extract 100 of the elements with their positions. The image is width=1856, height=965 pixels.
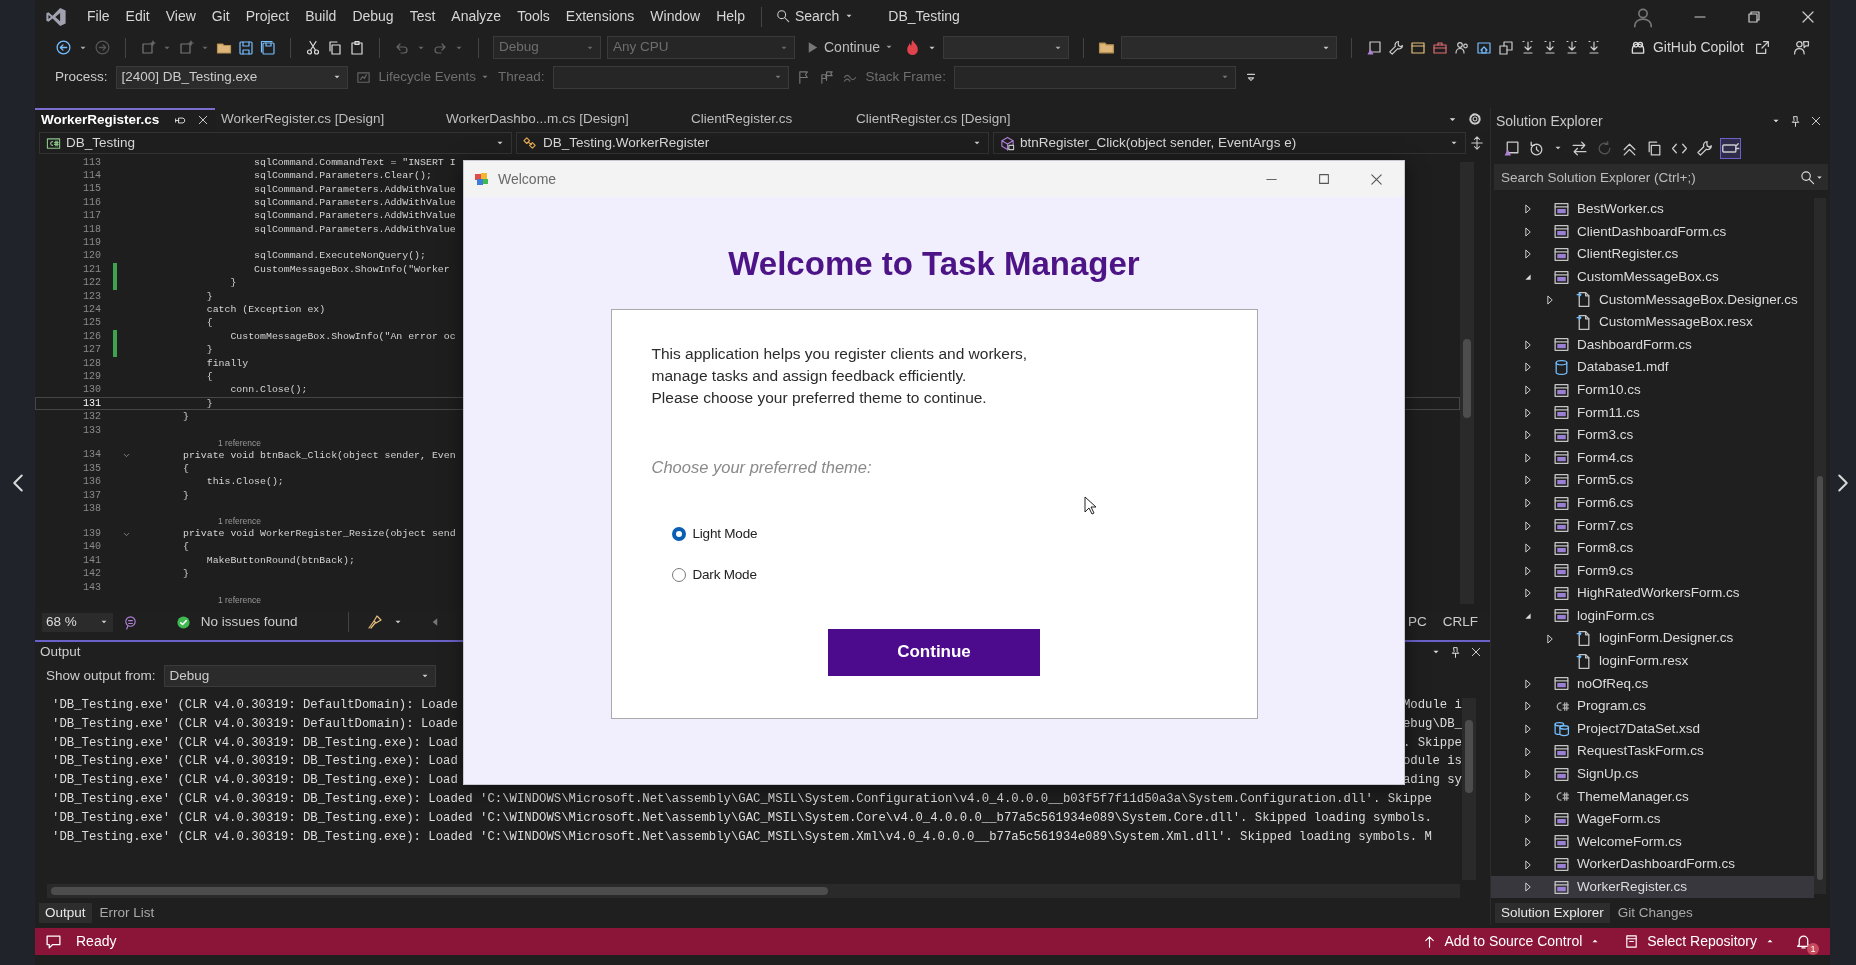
copilot-button[interactable]: GitHub Copilot: [1624, 38, 1748, 57]
tree-item[interactable]: Form9.cs: [1491, 559, 1814, 583]
tree-item[interactable]: BestWorker.cs: [1491, 198, 1814, 221]
tree-item[interactable]: Form6.cs: [1491, 491, 1814, 515]
tree-item[interactable]: Form3.cs: [1491, 423, 1814, 447]
tree-item[interactable]: WageForm.cs: [1491, 808, 1814, 831]
stack-frame-label: Stack Frame:: [865, 68, 946, 86]
tree-item[interactable]: Form7.cs: [1491, 514, 1814, 537]
menu-item[interactable]: Debug: [344, 8, 402, 25]
tree-item[interactable]: CustomMessageBox.Designer.cs: [1491, 288, 1814, 311]
panel-tab[interactable]: Error List: [93, 902, 161, 924]
issues-status[interactable]: No issues found: [200, 613, 298, 631]
code-line: sqlCommand.Parameters.AddWithValue: [253, 183, 456, 196]
tree-item[interactable]: HighRatedWorkersForm.cs: [1491, 582, 1814, 605]
tree-item[interactable]: Form4.cs: [1491, 446, 1814, 470]
tree-item[interactable]: Program.cs: [1491, 695, 1814, 718]
line-number: 119: [82, 237, 102, 250]
menu-item[interactable]: File: [79, 8, 118, 25]
document-tab[interactable]: WorkerRegister.cs: [35, 108, 215, 130]
tree-item[interactable]: noOfReq.cs: [1491, 672, 1814, 696]
tree-item[interactable]: DashboardForm.cs: [1491, 333, 1814, 357]
line-number: 116: [82, 196, 102, 209]
repository-button[interactable]: Select Repository: [1616, 933, 1783, 950]
tree-item[interactable]: Form5.cs: [1491, 469, 1814, 492]
tree-item[interactable]: Form10.cs: [1491, 378, 1814, 402]
menu-item[interactable]: Tools: [509, 8, 558, 25]
output-source-dropdown[interactable]: Debug: [163, 665, 436, 687]
tree-item[interactable]: CustomMessageBox.resx: [1491, 310, 1814, 334]
reference-count[interactable]: 1 reference: [218, 437, 261, 449]
continue-button[interactable]: Continue: [801, 39, 899, 56]
zoom-dropdown[interactable]: 68 %: [42, 612, 113, 632]
output-text: 'DB_Testing.exe' (CLR v4.0.30319: DB_Testing.exe): Loaded 'C:\WINDOWS\Microsoft.Net\assembly\GAC_MSIL\System.Xml\v4.0_4.0.0.0__b77a5c561934e089\System.Xml.dll'. Skipped loading symbols. M: [52, 829, 1432, 845]
menu-item[interactable]: Extensions: [557, 8, 643, 25]
tree-item[interactable]: RequestTaskForm.cs: [1491, 740, 1814, 763]
line-number: 114: [82, 170, 102, 183]
tree-item[interactable]: Form8.cs: [1491, 536, 1814, 560]
document-tab[interactable]: ClientRegister.cs: [685, 108, 850, 130]
reference-count[interactable]: 1 reference: [218, 516, 261, 527]
panel-tab[interactable]: Git Changes: [1611, 902, 1699, 924]
code-line: CustomMessageBox.ShowInfo("Worker: [253, 263, 450, 276]
tree-item[interactable]: WorkerDashboardForm.cs: [1491, 853, 1814, 876]
line-ending[interactable]: CRLF: [1442, 613, 1478, 631]
tree-item[interactable]: WorkerRegister.cs: [1491, 875, 1814, 899]
tree-item[interactable]: loginForm.cs: [1491, 604, 1814, 628]
document-tab[interactable]: ClientRegister.cs [Design]: [850, 108, 1070, 130]
line-number: 127: [82, 344, 102, 357]
search-button[interactable]: Search: [769, 6, 861, 27]
navigation-dropdown[interactable]: btnRegister_Click(object sender, EventArgs e): [993, 132, 1466, 154]
process-dropdown[interactable]: [2400] DB_Testing.exe: [115, 65, 348, 89]
menu-item[interactable]: Project: [237, 8, 298, 25]
tree-item[interactable]: WelcomeForm.cs: [1491, 830, 1814, 854]
notification-count: 1: [1807, 943, 1819, 955]
tree-item[interactable]: Project7DataSet.xsd: [1491, 717, 1814, 741]
output-text: ebug\DB_: [1402, 716, 1462, 732]
source-control-button[interactable]: Add to Source Control: [1413, 933, 1609, 950]
line-number: 134: [82, 449, 102, 462]
code-line: sqlCommand.ExecuteNonQuery();: [253, 250, 426, 263]
output-text: 'DB_Testing.exe' (CLR v4.0.30319: DefaultDomain): Loade: [52, 716, 458, 732]
panel-title: Output: [40, 643, 81, 661]
line-number: 139: [82, 528, 102, 541]
continue-button[interactable]: Continue: [828, 629, 1040, 676]
radio-label[interactable]: Light Mode: [692, 525, 758, 542]
menu-item[interactable]: Test: [401, 8, 444, 25]
menu-item[interactable]: Analyze: [443, 8, 510, 25]
navigation-dropdown[interactable]: DB_Testing.WorkerRegister: [516, 132, 989, 154]
output-text: 'DB_Testing.exe' (CLR v4.0.30319: DB_Testing.exe): Loaded 'C:\WINDOWS\Microsoft.Net\assembly\GAC_MSIL\System.Core\v4.0_4.0.0.0__b77a5c561934e089\System.Core.dll'. Skipped loading symbols.: [52, 810, 1432, 826]
menu-item[interactable]: View: [157, 8, 204, 25]
menu-item[interactable]: Window: [642, 8, 709, 25]
menu-item[interactable]: Help: [708, 8, 753, 25]
tree-item[interactable]: ThemeManager.cs: [1491, 785, 1814, 809]
navigation-dropdown[interactable]: DB_Testing: [39, 132, 512, 154]
tree-item[interactable]: loginForm.resx: [1491, 649, 1814, 673]
line-number: 140: [82, 541, 102, 554]
code-line: }: [205, 344, 213, 357]
status-message: Ready: [76, 933, 117, 950]
menu-item[interactable]: Git: [203, 8, 238, 25]
tree-item[interactable]: Form11.cs: [1491, 401, 1814, 424]
tree-item[interactable]: ClientDashboardForm.cs: [1491, 220, 1814, 244]
panel-tab[interactable]: Solution Explorer: [1495, 902, 1610, 924]
menu-item[interactable]: Build: [297, 8, 345, 25]
tree-item[interactable]: ClientRegister.cs: [1491, 243, 1814, 266]
panel-title: Solution Explorer: [1496, 112, 1603, 130]
document-tab[interactable]: WorkerRegister.cs [Design]: [215, 108, 440, 130]
code-line: {: [205, 371, 213, 383]
line-number: 123: [82, 290, 102, 303]
reference-count[interactable]: 1 reference: [218, 595, 261, 606]
tree-item[interactable]: Database1.mdf: [1491, 356, 1814, 379]
tree-item[interactable]: loginForm.Designer.cs: [1491, 627, 1814, 650]
code-line: conn.Close();: [229, 384, 308, 397]
menu-item[interactable]: Edit: [117, 8, 158, 25]
code-line: }: [205, 290, 213, 303]
tree-item[interactable]: CustomMessageBox.cs: [1491, 265, 1814, 289]
line-number: 132: [82, 411, 102, 424]
line-number: 126: [82, 330, 102, 343]
radio-label[interactable]: Dark Mode: [692, 566, 757, 583]
tree-item[interactable]: SignUp.cs: [1491, 762, 1814, 786]
document-tab[interactable]: WorkerDashbo...m.cs [Design]: [440, 108, 685, 130]
status-indicator: PC: [1407, 613, 1427, 631]
panel-tab[interactable]: Output: [39, 902, 92, 924]
code-line: sqlCommand.Parameters.AddWithValue: [253, 196, 456, 209]
